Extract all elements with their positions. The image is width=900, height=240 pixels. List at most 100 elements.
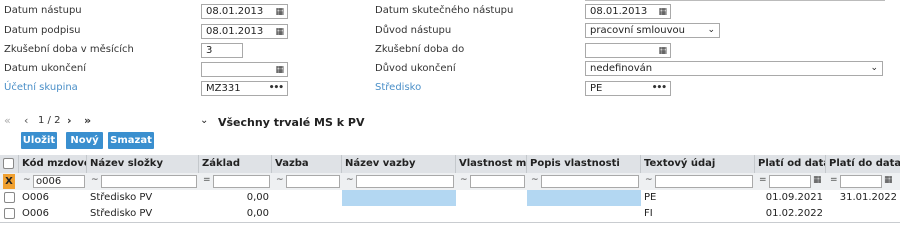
- col-header-textovy-udaj[interactable]: Textový údaj: [641, 155, 755, 173]
- cell-textovy-udaj: FI: [644, 208, 653, 219]
- col-header-vazba[interactable]: Vazba: [272, 155, 342, 173]
- row-checkbox[interactable]: [4, 192, 15, 203]
- label-ucetni-skupina[interactable]: Účetní skupina: [4, 82, 78, 93]
- label-datum-nastupu: Datum nástupu: [4, 5, 82, 16]
- select-all-checkbox[interactable]: [3, 158, 14, 169]
- calendar-icon[interactable]: ▦: [658, 45, 667, 57]
- filter-kod-input[interactable]: o006: [33, 175, 85, 188]
- more-icon[interactable]: •••: [269, 82, 284, 95]
- filter-textovy-input[interactable]: [655, 175, 753, 188]
- prev-page-icon[interactable]: ‹: [24, 114, 28, 127]
- cell-nazev-vazby: [342, 206, 456, 222]
- ucetni-skupina-field[interactable]: MZ331 •••: [201, 81, 288, 96]
- label-datum-podpisu: Datum podpisu: [4, 25, 81, 36]
- clear-filter-button[interactable]: X: [3, 174, 15, 189]
- calendar-icon[interactable]: ▦: [658, 6, 667, 18]
- label-duvod-ukonceni: Důvod ukončení: [375, 63, 456, 74]
- calendar-icon[interactable]: ▦: [813, 175, 822, 185]
- ucetni-skupina-value: MZ331: [206, 83, 241, 94]
- zkusebni-doba-do-field[interactable]: ▦: [585, 43, 671, 58]
- duvod-nastupu-select[interactable]: pracovní smlouvou ⌄: [585, 23, 720, 38]
- datum-podpisu-value: 08.01.2013: [206, 26, 264, 37]
- calendar-icon[interactable]: ▦: [275, 6, 284, 18]
- cell-plati-od: 01.02.2022: [765, 208, 823, 219]
- table-row[interactable]: O006 Středisko PV 0,00 PE 01.09.2021 31.…: [0, 190, 900, 206]
- chevron-down-icon: ⌄: [870, 63, 878, 73]
- label-zkusebni-doba-do: Zkušební doba do: [375, 44, 465, 55]
- filter-op[interactable]: ~: [91, 175, 99, 185]
- filter-zaklad-input[interactable]: [213, 175, 270, 188]
- filter-op[interactable]: =: [203, 175, 211, 185]
- filter-popis-input[interactable]: [541, 175, 639, 188]
- col-header-nazev-vazby[interactable]: Název vazby: [342, 155, 456, 173]
- first-page-icon[interactable]: «: [4, 114, 11, 127]
- col-header-zaklad[interactable]: Základ: [199, 155, 272, 173]
- col-header-kod[interactable]: Kód mzdové složky: [19, 155, 87, 173]
- filter-vlastnost-input[interactable]: [470, 175, 525, 188]
- filter-op[interactable]: =: [759, 175, 767, 185]
- datum-nastupu-field[interactable]: 08.01.2013 ▦: [201, 4, 288, 19]
- grid-title: Všechny trvalé MS k PV: [218, 116, 365, 129]
- datum-skutecneho-nastupu-value: 08.01.2013: [590, 6, 648, 17]
- filter-plati-do-input[interactable]: [840, 175, 882, 188]
- filter-row: X ~ o006 ~ = ~ ~ ~ ~ ~ = ▦ = ▦: [0, 173, 900, 190]
- cell-zaklad: 0,00: [246, 192, 269, 203]
- chevron-down-icon[interactable]: ⌄: [200, 115, 208, 126]
- cell-kod: O006: [22, 208, 49, 219]
- label-stredisko[interactable]: Středisko: [375, 82, 421, 93]
- label-datum-skutecneho-nastupu: Datum skutečného nástupu: [375, 5, 514, 16]
- filter-plati-od-input[interactable]: [769, 175, 811, 188]
- header-select-all[interactable]: [0, 155, 19, 173]
- calendar-icon[interactable]: ▦: [884, 175, 893, 185]
- filter-op[interactable]: ~: [276, 175, 284, 185]
- cell-popis: [527, 190, 641, 206]
- new-button[interactable]: Nový: [66, 132, 103, 149]
- filter-op[interactable]: ~: [23, 175, 31, 185]
- filter-op[interactable]: ~: [346, 175, 354, 185]
- duvod-ukonceni-value: nedefinován: [590, 63, 653, 74]
- col-header-nazev[interactable]: Název složky: [87, 155, 199, 173]
- col-header-plati-do[interactable]: Platí do data: [826, 155, 900, 173]
- cell-vazba: [272, 206, 342, 222]
- filter-op[interactable]: ~: [460, 175, 468, 185]
- delete-button[interactable]: Smazat: [108, 132, 154, 149]
- calendar-icon[interactable]: ▦: [275, 64, 284, 76]
- more-icon[interactable]: •••: [652, 82, 667, 95]
- grid-bottom-border: [0, 222, 900, 223]
- calendar-icon[interactable]: ▦: [275, 26, 284, 38]
- cell-nazev: Středisko PV: [90, 208, 153, 219]
- top-divider: [585, 0, 885, 1]
- filter-nazev-vazby-input[interactable]: [356, 175, 454, 188]
- filter-op[interactable]: ~: [531, 175, 539, 185]
- datum-ukonceni-field[interactable]: ▦: [201, 62, 288, 77]
- table-row[interactable]: O006 Středisko PV 0,00 FI 01.02.2022: [0, 206, 900, 222]
- duvod-nastupu-value: pracovní smlouvou: [590, 25, 685, 36]
- datum-skutecneho-nastupu-field[interactable]: 08.01.2013 ▦: [585, 4, 671, 19]
- stredisko-field[interactable]: PE •••: [585, 81, 671, 96]
- cell-plati-do: [826, 206, 900, 222]
- cell-nazev: Středisko PV: [90, 192, 153, 203]
- next-page-icon[interactable]: ›: [67, 114, 72, 127]
- label-zkusebni-doba: Zkušební doba v měsících: [4, 44, 134, 55]
- cell-plati-do: 31.01.2022: [839, 192, 897, 203]
- cell-popis: [527, 206, 641, 222]
- filter-op[interactable]: ~: [645, 175, 653, 185]
- zkusebni-doba-field[interactable]: 3: [201, 43, 243, 58]
- col-header-vlastnost[interactable]: Vlastnost mzdové složky: [456, 155, 527, 173]
- filter-nazev-input[interactable]: [101, 175, 197, 188]
- col-header-plati-od[interactable]: Platí od data: [755, 155, 826, 173]
- cell-nazev-vazby: [342, 190, 456, 206]
- row-checkbox[interactable]: [4, 208, 15, 219]
- stredisko-value: PE: [590, 83, 603, 94]
- filter-op[interactable]: =: [830, 175, 838, 185]
- save-button[interactable]: Uložit: [21, 132, 57, 149]
- label-datum-ukonceni: Datum ukončení: [4, 63, 87, 74]
- chevron-down-icon: ⌄: [707, 25, 715, 35]
- col-header-popis[interactable]: Popis vlastnosti: [527, 155, 641, 173]
- datum-podpisu-field[interactable]: 08.01.2013 ▦: [201, 24, 288, 39]
- cell-vlastnost: [456, 190, 527, 206]
- duvod-ukonceni-select[interactable]: nedefinován ⌄: [585, 61, 883, 76]
- last-page-icon[interactable]: »: [84, 114, 91, 127]
- datum-nastupu-value: 08.01.2013: [206, 6, 264, 17]
- filter-vazba-input[interactable]: [286, 175, 340, 188]
